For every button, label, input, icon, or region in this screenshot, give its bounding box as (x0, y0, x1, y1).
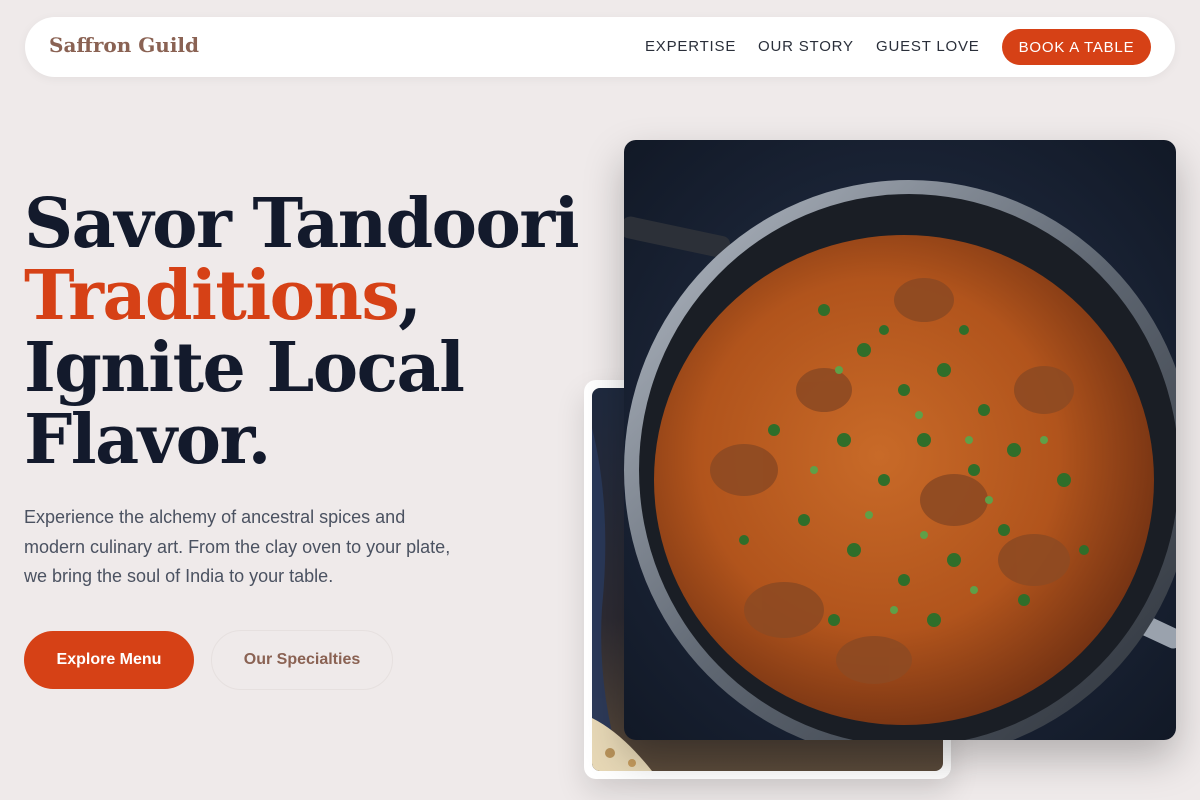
book-table-button[interactable]: BOOK A TABLE (1002, 29, 1151, 65)
headline-line-4: Flavor. (24, 400, 271, 480)
headline-accent: Traditions (24, 256, 400, 336)
nav-link-expertise[interactable]: EXPERTISE (645, 38, 736, 55)
headline-comma: , (398, 256, 422, 336)
nav-link-guest-love[interactable]: GUEST LOVE (876, 38, 980, 55)
nav-link-our-story[interactable]: OUR STORY (758, 38, 854, 55)
top-navbar: Saffron Guild EXPERTISE OUR STORY GUEST … (25, 17, 1175, 77)
our-specialties-button[interactable]: Our Specialties (211, 630, 393, 690)
brand-logo[interactable]: Saffron Guild (49, 33, 199, 57)
main-food-photo (624, 140, 1176, 740)
curry-pan-image (624, 140, 1176, 740)
hero-description: Experience the alchemy of ancestral spic… (24, 507, 451, 586)
headline-line-2: Traditions, (24, 260, 584, 332)
hero-headline: Savor Tandoori Traditions, Ignite Local … (24, 188, 584, 476)
headline-line-3: Ignite Local (24, 328, 465, 408)
explore-menu-button[interactable]: Explore Menu (24, 631, 194, 689)
headline-line-1: Savor Tandoori (24, 184, 580, 264)
